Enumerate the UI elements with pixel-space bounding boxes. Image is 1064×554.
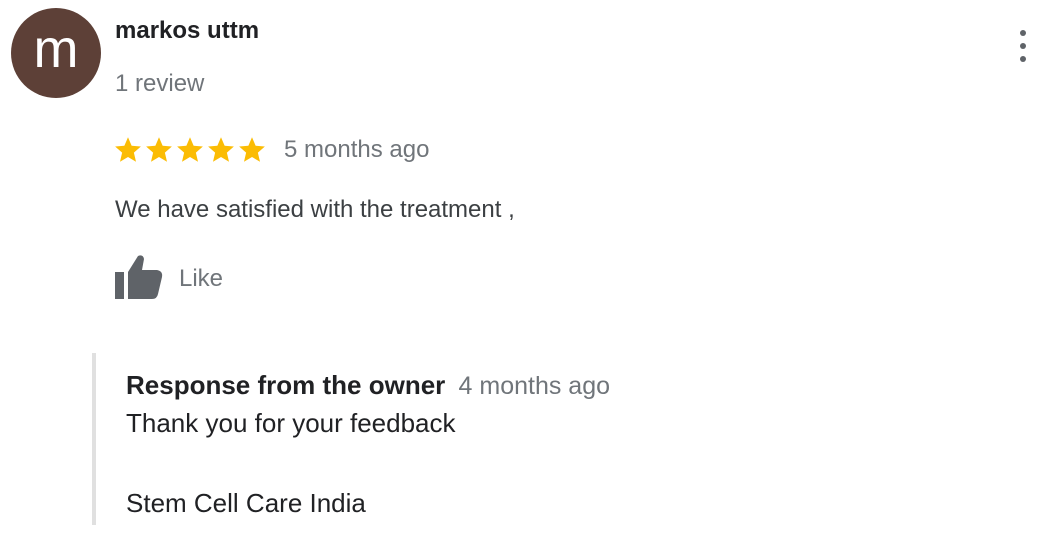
- response-message: Thank you for your feedback: [126, 408, 456, 438]
- response-title: Response from the owner: [126, 370, 446, 400]
- star-icon: [177, 137, 203, 162]
- review-count: 1 review: [115, 70, 205, 97]
- review-text: We have satisfied with the treatment ,: [115, 196, 515, 223]
- thumbs-up-icon: [113, 253, 165, 306]
- more-vert-icon: [1020, 30, 1026, 36]
- like-label: Like: [179, 265, 224, 292]
- owner-response: Response from the owner 4 months ago Tha…: [92, 353, 996, 525]
- reviewer-name[interactable]: markos uttm: [115, 17, 259, 45]
- star-rating: [113, 130, 268, 170]
- review-card: m markos uttm 1 review 5 months ago We h…: [0, 0, 1064, 554]
- star-icon: [239, 137, 265, 162]
- star-icon: [146, 137, 172, 162]
- response-time: 4 months ago: [458, 372, 611, 400]
- response-header: Response from the owner 4 months ago: [126, 370, 610, 401]
- like-button[interactable]: Like: [113, 253, 224, 306]
- avatar[interactable]: m: [11, 8, 101, 98]
- response-signature: Stem Cell Care India: [126, 488, 366, 518]
- review-time: 5 months ago: [284, 136, 430, 163]
- star-icon: [208, 137, 234, 162]
- star-icon: [115, 137, 141, 162]
- more-options-button[interactable]: [1008, 28, 1038, 64]
